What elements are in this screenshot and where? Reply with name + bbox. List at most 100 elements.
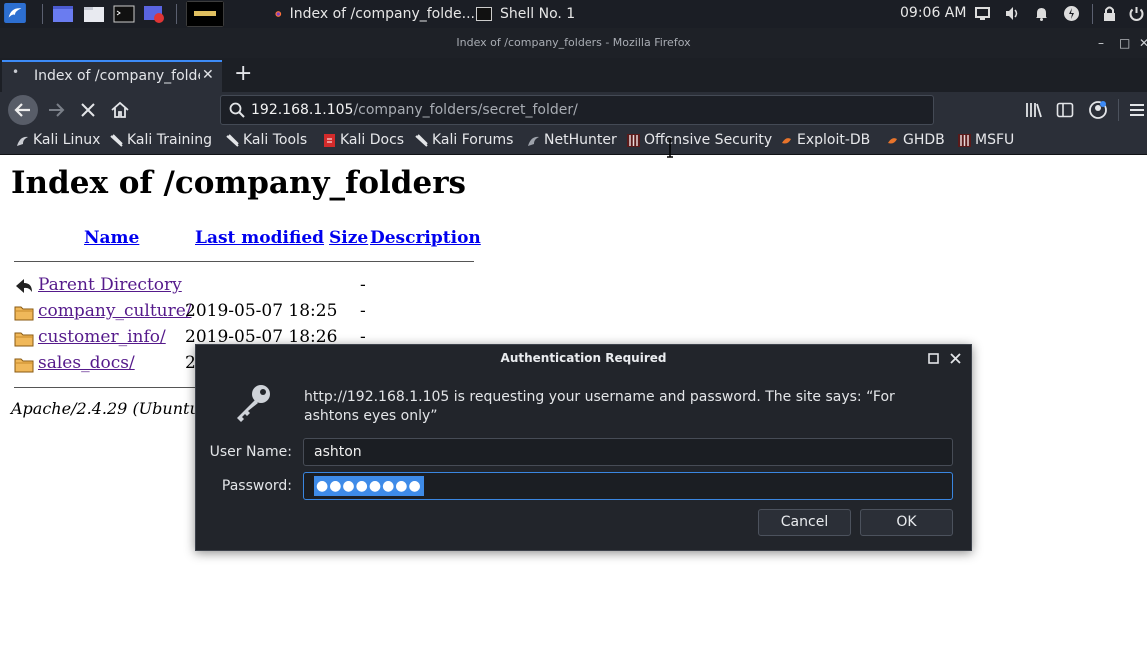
bookmark-kali-tools[interactable]: Kali Tools xyxy=(226,132,307,148)
bookmark-label: Kali Tools xyxy=(243,132,308,148)
taskbar-window-label: Shell No. 1 xyxy=(500,6,576,22)
server-signature: Apache/2.4.29 (Ubuntu xyxy=(11,399,200,418)
password-label: Password: xyxy=(221,478,292,494)
folder-icon xyxy=(14,306,34,321)
url-bar[interactable]: 192.168.1.105/company_folders/secret_fol… xyxy=(220,95,934,125)
folder-link[interactable]: sales_docs/ xyxy=(38,353,135,373)
row-size: - xyxy=(360,301,366,321)
sidebar-toggle-icon[interactable] xyxy=(1056,101,1074,119)
column-header-last-modified[interactable]: Last modified xyxy=(195,228,324,248)
new-tab-button[interactable]: + xyxy=(234,61,252,86)
ok-button[interactable]: OK xyxy=(860,509,953,536)
nethunter-icon xyxy=(528,136,539,146)
taskbar: Index of /company_folde... Shell No. 1 0… xyxy=(0,0,1147,28)
kali-dragon-icon xyxy=(415,133,428,147)
url-host: 192.168.1.105 xyxy=(251,102,354,118)
bookmark-exploit-db[interactable]: Exploit-DB xyxy=(780,132,870,148)
folder-link[interactable]: customer_info/ xyxy=(38,327,166,347)
window-titlebar: Index of /company_folders - Mozilla Fire… xyxy=(0,28,1147,58)
bookmark-label: Kali Linux xyxy=(33,132,101,148)
tab-label: Index of /company_folde xyxy=(34,68,200,84)
password-field[interactable]: ●●●●●●●● xyxy=(303,472,953,500)
bookmark-label: MSFU xyxy=(975,132,1015,148)
page-title: Index of /company_folders xyxy=(11,165,466,201)
minimize-button[interactable]: – xyxy=(1098,28,1104,58)
password-masked-value: ●●●●●●●● xyxy=(314,476,424,496)
bookmark-label: Exploit-DB xyxy=(797,132,871,148)
menu-hamburger-icon[interactable] xyxy=(1128,101,1146,119)
tab-close-icon[interactable]: ✕ xyxy=(202,67,214,83)
taskbar-window-shell[interactable]: Shell No. 1 xyxy=(476,0,606,28)
lock-screen-icon[interactable] xyxy=(1101,5,1118,22)
logout-icon[interactable] xyxy=(1128,5,1145,22)
active-app-thumbnail-icon[interactable] xyxy=(186,1,224,27)
home-button[interactable] xyxy=(110,100,130,120)
msfu-icon xyxy=(958,133,971,147)
account-icon[interactable] xyxy=(1088,100,1108,120)
notification-bell-icon[interactable] xyxy=(1033,5,1050,22)
parent-directory-link[interactable]: Parent Directory xyxy=(38,275,182,295)
username-field[interactable]: ashton xyxy=(303,438,953,466)
dialog-maximize-button[interactable] xyxy=(928,353,939,364)
url-path: /company_folders/secret_folder/ xyxy=(353,102,578,118)
forward-button[interactable] xyxy=(46,100,66,120)
column-header-name[interactable]: Name xyxy=(84,228,139,248)
offsec-icon xyxy=(627,133,640,147)
cancel-button[interactable]: Cancel xyxy=(758,509,851,536)
bookmark-nethunter[interactable]: NetHunter xyxy=(527,132,617,148)
bookmark-label: NetHunter xyxy=(544,132,617,148)
taskbar-window-label: Index of /company_folde... xyxy=(289,6,475,22)
bookmark-label: Offensive Security xyxy=(644,132,773,148)
bookmark-kali-docs[interactable]: Kali Docs xyxy=(323,132,404,148)
volume-icon[interactable] xyxy=(1004,5,1021,22)
stop-loading-button[interactable] xyxy=(79,101,97,119)
row-date: 2019-05-07 18:25 xyxy=(185,301,338,321)
back-arrow-icon xyxy=(16,279,32,293)
column-header-size[interactable]: Size xyxy=(329,228,368,248)
clock[interactable]: 09:06 AM xyxy=(900,5,966,21)
power-manager-icon[interactable] xyxy=(1063,5,1080,22)
taskbar-window-firefox[interactable]: Index of /company_folde... xyxy=(275,0,475,28)
bookmark-label: Kali Docs xyxy=(340,132,405,148)
text-cursor-icon xyxy=(667,138,673,158)
table-row: Parent Directory - xyxy=(14,275,474,297)
bookmark-ghdb[interactable]: GHDB xyxy=(886,132,945,148)
username-label: User Name: xyxy=(209,444,292,460)
bookmark-label: Kali Forums xyxy=(432,132,514,148)
folder-icon xyxy=(14,332,34,347)
bookmark-kali-training[interactable]: Kali Training xyxy=(110,132,212,148)
kali-docs-icon xyxy=(324,133,335,147)
bookmarks-toolbar: Kali Linux Kali Training Kali Tools Kali… xyxy=(0,128,1147,155)
exploitdb-icon xyxy=(782,137,791,143)
close-window-button[interactable]: ✕ xyxy=(1139,28,1147,58)
bookmark-kali-forums[interactable]: Kali Forums xyxy=(415,132,513,148)
bookmark-offensive-security[interactable]: Offensive Security xyxy=(627,132,772,148)
library-icon[interactable] xyxy=(1024,101,1044,119)
key-icon xyxy=(237,385,270,422)
bookmark-kali-linux[interactable]: Kali Linux xyxy=(16,132,100,148)
column-header-description[interactable]: Description xyxy=(370,228,481,248)
bookmark-label: GHDB xyxy=(903,132,945,148)
kali-menu-icon[interactable] xyxy=(4,3,26,23)
screen-recorder-icon[interactable] xyxy=(143,4,165,24)
back-button[interactable] xyxy=(7,94,39,126)
folder-link[interactable]: company_culture/ xyxy=(38,301,192,321)
dialog-message: http://192.168.1.105 is requesting your … xyxy=(304,389,895,424)
kali-dragon-icon xyxy=(226,133,239,147)
tab-active[interactable]: • Index of /company_folde ✕ xyxy=(2,60,222,92)
tab-strip: • Index of /company_folde ✕ + xyxy=(0,58,1147,92)
terminal-icon[interactable] xyxy=(113,4,135,24)
ghdb-icon xyxy=(888,137,897,143)
bookmark-label: Kali Training xyxy=(127,132,212,148)
maximize-button[interactable]: □ xyxy=(1119,28,1130,58)
tab-loading-dot-icon: • xyxy=(12,65,20,79)
file-manager-icon[interactable] xyxy=(83,4,105,24)
dialog-close-button[interactable] xyxy=(950,353,961,364)
folder-icon xyxy=(14,358,34,373)
kali-dragon-icon xyxy=(110,133,123,147)
workspace-icon[interactable] xyxy=(52,4,74,24)
auth-dialog: Authentication Required http://192.168.1… xyxy=(195,344,972,551)
display-icon[interactable] xyxy=(974,5,991,22)
terminal-icon xyxy=(476,7,492,21)
bookmark-msfu[interactable]: MSFU xyxy=(958,132,1014,148)
